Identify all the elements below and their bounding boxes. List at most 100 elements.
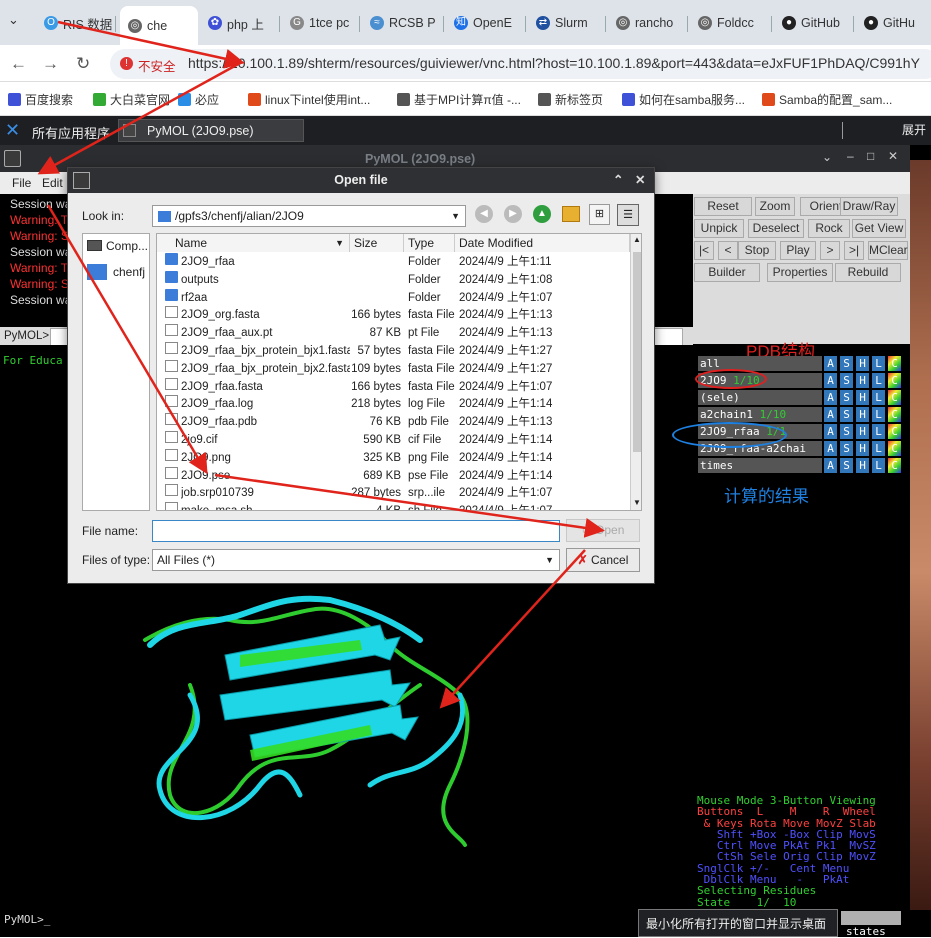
col-header-date[interactable]: Date Modified (455, 234, 630, 252)
bottom-prompt[interactable]: PyMOL>_ (4, 913, 50, 926)
file-row[interactable]: 2JO9_rfaa_bjx_protein_bjx2.fasta 109 byte… (157, 359, 630, 378)
pymol-button[interactable]: Properties (767, 263, 833, 282)
file-row[interactable]: 2JO9_rfaa_bjx_protein_bjx1.fasta 57 bytes… (157, 342, 630, 360)
object-action-l[interactable]: L (872, 441, 885, 456)
forward-icon[interactable]: → (42, 54, 59, 74)
object-name[interactable]: a2chain1 1/10 (698, 407, 822, 422)
object-action-c[interactable]: C (888, 441, 901, 456)
reload-icon[interactable]: ↻ (76, 54, 90, 74)
tab-0[interactable]: O RIS 数据 (36, 8, 116, 38)
file-row[interactable]: 2JO9.pse 689 KB pse File 2024/4/9 上午1:14 (157, 466, 630, 485)
security-label[interactable]: 不安全 (138, 56, 176, 75)
file-row[interactable]: job.srp010739 287 bytes srp...ile 2024/4/9 … (157, 484, 630, 502)
detail-view-icon[interactable]: ☰ (617, 204, 639, 226)
window-menu-icon[interactable]: ⌄ (822, 150, 832, 164)
object-action-c[interactable]: C (888, 390, 901, 405)
file-row[interactable]: 2JO9_rfaa Folder 2024/4/9 上午1:11 (157, 253, 630, 271)
col-header-size[interactable]: Size (350, 234, 404, 252)
object-action-l[interactable]: L (872, 458, 885, 473)
bookmark-item[interactable]: 新标签页 (538, 91, 603, 108)
object-action-l[interactable]: L (872, 407, 885, 422)
pymol-button[interactable]: Rock (808, 219, 850, 238)
object-row[interactable]: (sele) ASHLC (697, 390, 903, 406)
tab-7[interactable]: ◎ rancho (608, 8, 688, 38)
pymol-button[interactable]: Get View (852, 219, 906, 238)
object-row[interactable]: times ASHLC (697, 458, 903, 474)
up-folder-icon[interactable]: ▲ (533, 205, 551, 223)
object-action-h[interactable]: H (856, 373, 869, 388)
open-button[interactable]: ⊙ Open (566, 519, 640, 542)
state-stepper-icon[interactable] (841, 911, 901, 925)
back-icon[interactable]: ← (10, 54, 27, 74)
url-field[interactable]: ! 不安全 https://10.100.1.89/shterm/resourc… (110, 49, 931, 79)
tab-5[interactable]: 知 OpenE (446, 8, 526, 38)
object-action-c[interactable]: C (888, 356, 901, 371)
collapse-icon[interactable]: ⌃ (613, 168, 623, 193)
file-row[interactable]: 2JO9_rfaa.fasta 166 bytes fasta File 2024/4… (157, 377, 630, 396)
tab-3[interactable]: G 1tce pc (282, 8, 360, 38)
file-row[interactable]: 2jo9.cif 590 KB cif File 2024/4/9 上午1:14 (157, 431, 630, 449)
object-action-c[interactable]: C (888, 458, 901, 473)
pymol-button[interactable]: Unpick (694, 219, 744, 238)
file-row[interactable]: make_msa.sh4 KB sh File2024/4/9 上午1:07 (157, 502, 630, 510)
object-action-l[interactable]: L (872, 356, 885, 371)
look-in-combo[interactable]: /gpfs3/chenfj/alian/2JO9 ▼ (152, 205, 466, 227)
tab-10[interactable]: ● GitHu (856, 8, 931, 38)
pymol-button[interactable]: >| (844, 241, 864, 260)
object-action-s[interactable]: S (840, 356, 853, 371)
tab-1[interactable]: ◎ che (120, 6, 198, 45)
pymol-button[interactable]: Rebuild (835, 263, 901, 282)
back-nav-icon[interactable]: ◀ (475, 205, 493, 223)
file-row[interactable]: 2JO9_rfaa_aux.pt 87 KB pt File 2024/4/9 上午1… (157, 324, 630, 342)
tab-2[interactable]: ✿ php 上 (200, 8, 280, 38)
tab-4[interactable]: ≈ RCSB P (362, 8, 444, 38)
minimize-icon[interactable]: – (847, 149, 854, 163)
col-header-name[interactable]: Name ▼ (157, 234, 350, 252)
pymol-button[interactable]: Reset (694, 197, 752, 216)
menu-edit[interactable]: Edit (42, 176, 63, 190)
object-action-s[interactable]: S (840, 424, 853, 439)
file-row[interactable]: 2JO9_org.fasta 166 bytes fasta File 2024/4/… (157, 306, 630, 324)
object-action-l[interactable]: L (872, 390, 885, 405)
object-action-h[interactable]: H (856, 458, 869, 473)
object-action-a[interactable]: A (824, 373, 837, 388)
bookmark-item[interactable]: 必应 (178, 91, 219, 108)
object-action-s[interactable]: S (840, 373, 853, 388)
object-action-a[interactable]: A (824, 458, 837, 473)
object-row[interactable]: a2chain1 1/10 A S H L C (697, 407, 903, 423)
pymol-button[interactable]: > (820, 241, 840, 260)
pymol-button[interactable]: Play (780, 241, 816, 260)
file-row[interactable]: 2JO9_rfaa.pdb 76 KB pdb File 2024/4/9 上午1:1… (157, 413, 630, 431)
maximize-icon[interactable]: □ (867, 149, 874, 163)
tab-list-icon[interactable]: ⌄ (8, 12, 19, 28)
file-row[interactable]: outputs Folder 2024/4/9 上午1:08 (157, 270, 630, 289)
scroll-up-icon[interactable]: ▲ (633, 235, 641, 244)
bookmark-item[interactable]: linux下intel使用int... (248, 91, 370, 108)
tab-6[interactable]: ⇄ Slurm (528, 8, 606, 38)
object-action-l[interactable]: L (872, 373, 885, 388)
object-action-a[interactable]: A (824, 356, 837, 371)
object-name[interactable]: (sele) (698, 390, 822, 405)
expand-label[interactable]: 展开 (902, 121, 926, 138)
pymol-button[interactable]: |< (694, 241, 714, 260)
filename-input[interactable] (152, 520, 560, 542)
object-action-h[interactable]: H (856, 356, 869, 371)
pymol-button[interactable]: Deselect (748, 219, 804, 238)
tab-8[interactable]: ◎ Foldcc (690, 8, 772, 38)
object-action-c[interactable]: C (888, 373, 901, 388)
col-header-type[interactable]: Type (404, 234, 455, 252)
list-view-icon[interactable]: ⊞ (589, 204, 610, 225)
new-folder-icon[interactable] (562, 206, 580, 222)
file-row[interactable]: 2JO9.png 325 KB png File 2024/4/9 上午1:14 (157, 448, 630, 467)
cancel-button[interactable]: ✗ Cancel (566, 548, 640, 572)
bookmark-item[interactable]: 如何在samba服务... (622, 91, 745, 108)
task-item-pymol[interactable]: PyMOL (2JO9.pse) (118, 119, 304, 142)
pymol-button[interactable]: Builder (694, 263, 760, 282)
pymol-button[interactable]: MClear (868, 241, 908, 260)
object-action-h[interactable]: H (856, 390, 869, 405)
object-action-c[interactable]: C (888, 407, 901, 422)
object-action-c[interactable]: C (888, 424, 901, 439)
pymol-button[interactable]: < (718, 241, 738, 260)
bookmark-item[interactable]: 基于MPI计算π值 -... (397, 91, 521, 108)
filetype-combo[interactable]: All Files (*) ▼ (152, 549, 560, 571)
